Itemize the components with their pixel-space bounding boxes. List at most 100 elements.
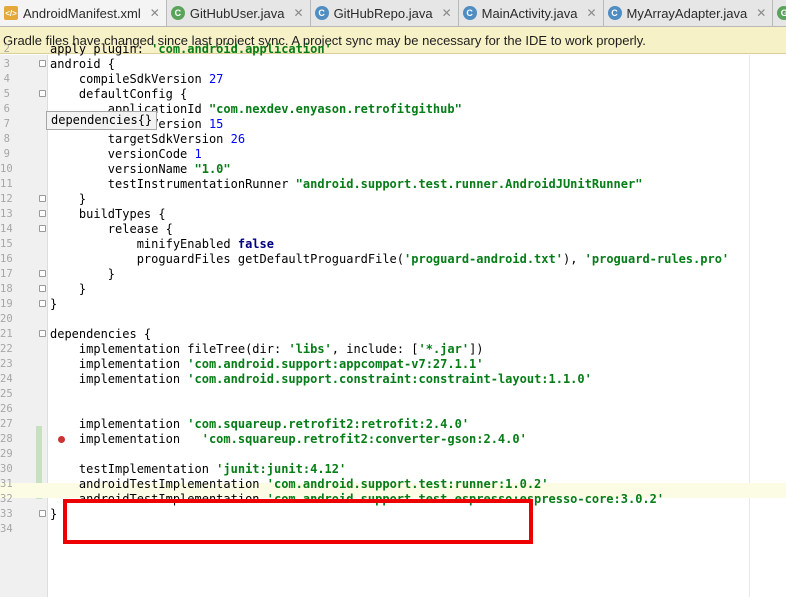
line-number: 28 — [0, 433, 13, 445]
line-number: 10 — [0, 163, 13, 175]
code-text: proguardFiles getDefaultProguardFile('pr… — [50, 252, 730, 266]
gradle-icon: G — [777, 6, 786, 20]
class-icon: C — [314, 6, 329, 20]
line-number: 34 — [0, 523, 13, 535]
code-line[interactable]: 30 testImplementation 'junit:junit:4.12' — [0, 462, 786, 477]
code-line[interactable]: 15 minifyEnabled false — [0, 237, 786, 252]
line-number: 21 — [0, 328, 13, 340]
code-line[interactable]: 25 — [0, 387, 786, 402]
class-icon: C — [170, 6, 185, 20]
code-line[interactable]: 17 } — [0, 267, 786, 282]
code-line[interactable]: 21 dependencies { — [0, 327, 786, 342]
code-line[interactable]: 5 defaultConfig { — [0, 87, 786, 102]
line-number: 17 — [0, 268, 13, 280]
code-text: release { — [50, 222, 173, 236]
code-line[interactable]: 16 proguardFiles getDefaultProguardFile(… — [0, 252, 786, 267]
fold-icon[interactable] — [39, 300, 46, 307]
fold-icon[interactable] — [39, 195, 46, 202]
code-line[interactable]: 13 buildTypes { — [0, 207, 786, 222]
line-number: 9 — [3, 148, 10, 160]
code-editor[interactable]: 2 apply plugin: 'com.android.application'… — [0, 42, 786, 597]
fold-icon[interactable] — [39, 60, 46, 67]
breadcrumb-popup[interactable]: dependencies{} — [46, 111, 158, 130]
close-icon[interactable]: ✕ — [756, 6, 766, 20]
code-line[interactable]: 31 androidTestImplementation 'com.androi… — [0, 477, 786, 492]
line-number: 19 — [0, 298, 13, 310]
line-number: 12 — [0, 193, 13, 205]
fold-icon[interactable] — [39, 90, 46, 97]
code-text: androidTestImplementation 'com.android.s… — [50, 477, 549, 491]
line-number: 18 — [0, 283, 13, 295]
code-line[interactable]: 28 implementation 'com.squareup.retrofit… — [0, 432, 786, 447]
code-line[interactable]: 23 implementation 'com.android.support:a… — [0, 357, 786, 372]
line-number: 6 — [3, 103, 10, 115]
code-line[interactable]: 8 targetSdkVersion 26 — [0, 132, 786, 147]
fold-icon[interactable] — [39, 225, 46, 232]
code-text: testImplementation 'junit:junit:4.12' — [50, 462, 347, 476]
fold-icon[interactable] — [39, 270, 46, 277]
class-icon: C — [607, 6, 622, 20]
code-line[interactable]: 29 — [0, 447, 786, 462]
close-icon[interactable]: ✕ — [586, 6, 596, 20]
code-text: } — [50, 297, 58, 311]
code-line[interactable]: 14 release { — [0, 222, 786, 237]
tab-github-repo[interactable]: C GitHubRepo.java ✕ — [310, 0, 459, 26]
code-text: implementation 'com.android.support.cons… — [50, 372, 592, 386]
line-number: 33 — [0, 508, 13, 520]
code-text: buildTypes { — [50, 207, 166, 221]
tab-label: AndroidManifest.xml — [23, 5, 141, 21]
code-line[interactable]: 19} — [0, 297, 786, 312]
breadcrumb-label: dependencies{} — [51, 113, 153, 127]
code-line[interactable]: 3 android { — [0, 57, 786, 72]
line-number: 16 — [0, 253, 13, 265]
tab-gradle[interactable]: G r — [773, 0, 786, 26]
line-number: 26 — [0, 403, 13, 415]
code-line[interactable]: 2 apply plugin: 'com.android.application' — [0, 42, 786, 57]
line-number: 11 — [0, 178, 13, 190]
line-number: 8 — [3, 133, 10, 145]
line-number: 22 — [0, 343, 13, 355]
tab-main-activity[interactable]: C MainActivity.java ✕ — [458, 0, 604, 26]
code-text: implementation 'com.squareup.retrofit2:c… — [50, 432, 527, 446]
line-number: 14 — [0, 223, 13, 235]
code-text: apply plugin: 'com.android.application' — [50, 42, 332, 56]
code-line[interactable]: 12 } — [0, 192, 786, 207]
code-text: defaultConfig { — [50, 87, 188, 101]
code-line[interactable]: 22 implementation fileTree(dir: 'libs', … — [0, 342, 786, 357]
line-number: 7 — [3, 118, 10, 130]
code-line[interactable]: 26 — [0, 402, 786, 417]
code-text: compileSdkVersion 27 — [50, 72, 224, 86]
code-line[interactable]: 20 — [0, 312, 786, 327]
code-text: versionCode 1 — [50, 147, 202, 161]
fold-icon[interactable] — [39, 330, 46, 337]
code-line[interactable]: 24 implementation 'com.android.support.c… — [0, 372, 786, 387]
code-text: testInstrumentationRunner "android.suppo… — [50, 177, 643, 191]
xml-file-icon: </> — [4, 6, 18, 20]
code-line[interactable]: 4 compileSdkVersion 27 — [0, 72, 786, 87]
code-line[interactable]: 18 } — [0, 282, 786, 297]
line-number: 32 — [0, 493, 13, 505]
code-text: } — [50, 267, 116, 281]
code-text: implementation 'com.squareup.retrofit2:r… — [50, 417, 470, 431]
close-icon[interactable]: ✕ — [294, 6, 304, 20]
line-number: 27 — [0, 418, 13, 430]
code-line[interactable]: 11 testInstrumentationRunner "android.su… — [0, 177, 786, 192]
line-number: 30 — [0, 463, 13, 475]
code-text: targetSdkVersion 26 — [50, 132, 246, 146]
line-number: 5 — [3, 88, 10, 100]
tab-my-array-adapter[interactable]: C MyArrayAdapter.java ✕ — [603, 0, 774, 26]
close-icon[interactable]: ✕ — [150, 6, 160, 20]
fold-icon[interactable] — [39, 285, 46, 292]
code-line[interactable]: 10 versionName "1.0" — [0, 162, 786, 177]
close-icon[interactable]: ✕ — [442, 6, 452, 20]
tab-github-user[interactable]: C GitHubUser.java ✕ — [166, 0, 311, 26]
editor-tab-bar: </> AndroidManifest.xml ✕ C GitHubUser.j… — [0, 0, 786, 27]
code-line[interactable]: 9 versionCode 1 — [0, 147, 786, 162]
code-text: implementation fileTree(dir: 'libs', inc… — [50, 342, 484, 356]
fold-icon[interactable] — [39, 510, 46, 517]
tab-label: MyArrayAdapter.java — [626, 5, 748, 21]
fold-icon[interactable] — [39, 210, 46, 217]
code-line[interactable]: 27 implementation 'com.squareup.retrofit… — [0, 417, 786, 432]
tab-android-manifest[interactable]: </> AndroidManifest.xml ✕ — [0, 0, 167, 26]
line-number: 20 — [0, 313, 13, 325]
